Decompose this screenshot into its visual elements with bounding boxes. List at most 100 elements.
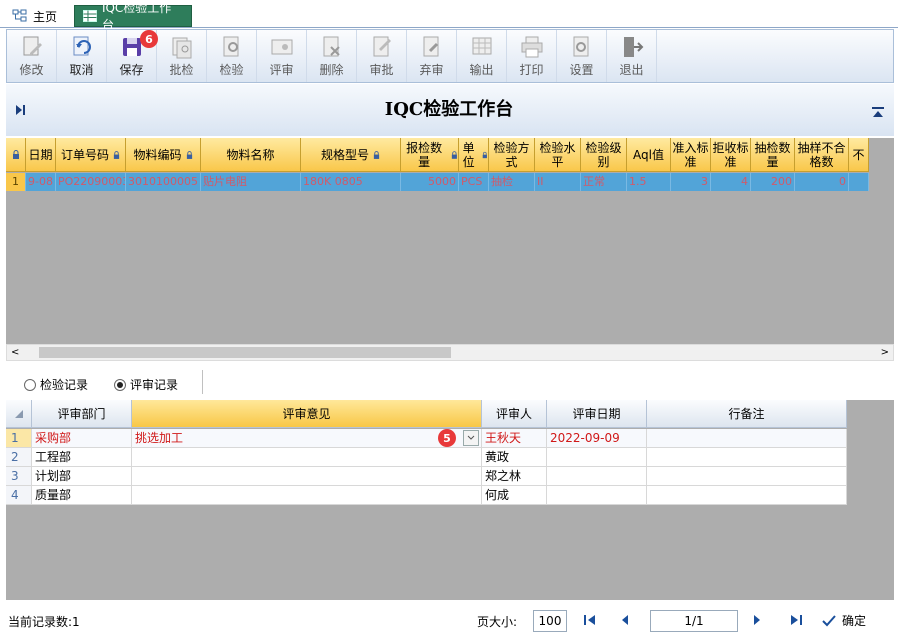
review-button[interactable]: 评审	[257, 30, 307, 82]
column-header[interactable]: 订单号码	[56, 138, 126, 172]
lock-icon	[186, 150, 192, 159]
table-cell[interactable]: 3010100005	[126, 173, 201, 191]
table-cell[interactable]	[547, 486, 647, 505]
table-cell[interactable]: 何成	[482, 486, 547, 505]
table-cell[interactable]: 抽检	[489, 173, 535, 191]
horizontal-scrollbar[interactable]: < >	[6, 344, 894, 361]
table-cell[interactable]: PCS	[459, 173, 489, 191]
table-cell[interactable]	[849, 173, 869, 191]
table-cell[interactable]: 王秋天	[482, 429, 547, 448]
column-header[interactable]: 评审人	[482, 400, 547, 428]
confirm-button[interactable]: 确定	[822, 612, 866, 629]
column-header[interactable]: 行备注	[647, 400, 847, 428]
table-cell[interactable]: 180K 0805	[301, 173, 401, 191]
table-cell[interactable]: 郑之林	[482, 467, 547, 486]
column-header[interactable]: Aql值	[627, 138, 671, 172]
column-header[interactable]: 评审日期	[547, 400, 647, 428]
export-button[interactable]: 输出	[457, 30, 507, 82]
table-cell[interactable]: 3	[671, 173, 711, 191]
inspect-button[interactable]: 检验	[207, 30, 257, 82]
table-cell[interactable]: 黄政	[482, 448, 547, 467]
inspection-grid: 1 日期 9-08 订单号码 PO22090003 物料编码 3010100005 物料名称贴…	[6, 138, 894, 344]
delete-button[interactable]: 删除	[307, 30, 357, 82]
table-cell[interactable]	[547, 467, 647, 486]
column-header[interactable]: 检验级别	[581, 138, 627, 172]
column-header[interactable]: 评审意见	[132, 400, 482, 428]
table-cell[interactable]: 0	[795, 173, 849, 191]
opinion-dropdown[interactable]: 挑选加工 5	[132, 429, 482, 448]
table-cell[interactable]	[647, 486, 847, 505]
row-number[interactable]: 1	[6, 429, 32, 448]
confirm-label: 确定	[842, 614, 867, 628]
column-header[interactable]: 抽检数量	[751, 138, 795, 172]
table-cell[interactable]: 9-08	[26, 173, 56, 191]
table-cell[interactable]: 正常	[581, 173, 627, 191]
column-header[interactable]: 日期	[26, 138, 56, 172]
edit-button[interactable]: 修改	[7, 30, 57, 82]
column-header-label: 物料编码	[133, 147, 182, 162]
page-size-input[interactable]: 100	[533, 610, 567, 632]
table-cell[interactable]	[132, 486, 482, 505]
collapse-top-icon[interactable]	[871, 106, 885, 121]
table-cell[interactable]	[647, 429, 847, 448]
undo-button[interactable]: 取消	[57, 30, 107, 82]
column-header[interactable]: 物料名称	[201, 138, 301, 172]
row-number[interactable]: 3	[6, 467, 32, 486]
scroll-thumb[interactable]	[39, 347, 451, 358]
row-number[interactable]: 2	[6, 448, 32, 467]
table-cell[interactable]: 2022-09-09	[547, 429, 647, 448]
table-cell[interactable]	[647, 448, 847, 467]
next-page-icon[interactable]	[752, 614, 762, 629]
page-indicator[interactable]: 1/1	[650, 610, 738, 632]
save-button[interactable]: 保存 6	[107, 30, 158, 82]
column-header-label: 报检数量	[406, 140, 443, 169]
batch-inspect-button[interactable]: 批检	[157, 30, 207, 82]
row-number[interactable]: 1	[6, 173, 26, 191]
table-cell[interactable]: 计划部	[32, 467, 132, 486]
tab-home[interactable]: 主页	[4, 5, 65, 27]
scroll-left-icon[interactable]: <	[11, 347, 19, 358]
first-page-icon[interactable]	[583, 614, 597, 629]
dropdown-button[interactable]	[463, 430, 479, 446]
table-cell[interactable]: 1.5	[627, 173, 671, 191]
prev-page-icon[interactable]	[620, 614, 630, 629]
table-cell[interactable]	[132, 448, 482, 467]
column-header[interactable]: 单位	[459, 138, 489, 172]
column-header[interactable]: 检验水平	[535, 138, 581, 172]
column-header[interactable]: 物料编码	[126, 138, 201, 172]
table-cell[interactable]: 5000	[401, 173, 459, 191]
table-cell[interactable]: 质量部	[32, 486, 132, 505]
tab-iqc[interactable]: IQC检验工作台	[74, 1, 192, 32]
lock-icon	[452, 150, 458, 159]
exit-button[interactable]: 退出	[607, 30, 657, 82]
column-header[interactable]: 不	[849, 138, 869, 172]
column-header[interactable]: 抽样不合格数	[795, 138, 849, 172]
column-header[interactable]: 评审部门	[32, 400, 132, 428]
table-cell[interactable]: 4	[711, 173, 751, 191]
scroll-right-icon[interactable]: >	[881, 347, 889, 358]
settings-button[interactable]: 设置	[557, 30, 607, 82]
table-cell[interactable]: 200	[751, 173, 795, 191]
column-header[interactable]: 检验方式	[489, 138, 535, 172]
page-title: IQC检验工作台	[384, 99, 514, 120]
radio-inspection-record[interactable]: 检验记录	[24, 376, 88, 393]
table-cell[interactable]: 贴片电阻	[201, 173, 301, 191]
table-cell[interactable]	[132, 467, 482, 486]
table-cell[interactable]	[547, 448, 647, 467]
row-number[interactable]: 4	[6, 486, 32, 505]
table-cell[interactable]	[647, 467, 847, 486]
radio-review-record[interactable]: 评审记录	[114, 376, 178, 393]
table-cell[interactable]: 采购部	[32, 429, 132, 448]
last-page-icon[interactable]	[789, 614, 803, 629]
toolbar: 修改 取消 保存 6 批检 检验 评审 删除 审批 弃审 输出 打印 设置 退出	[6, 29, 894, 83]
print-button[interactable]: 打印	[507, 30, 557, 82]
column-header[interactable]: 拒收标准	[711, 138, 751, 172]
approve-button[interactable]: 审批	[357, 30, 407, 82]
column-header[interactable]: 规格型号	[301, 138, 401, 172]
table-cell[interactable]: II	[535, 173, 581, 191]
column-header[interactable]: 报检数量	[401, 138, 459, 172]
table-cell[interactable]: 工程部	[32, 448, 132, 467]
unapprove-button[interactable]: 弃审	[407, 30, 457, 82]
table-cell[interactable]: PO22090003	[56, 173, 126, 191]
column-header[interactable]: 准入标准	[671, 138, 711, 172]
